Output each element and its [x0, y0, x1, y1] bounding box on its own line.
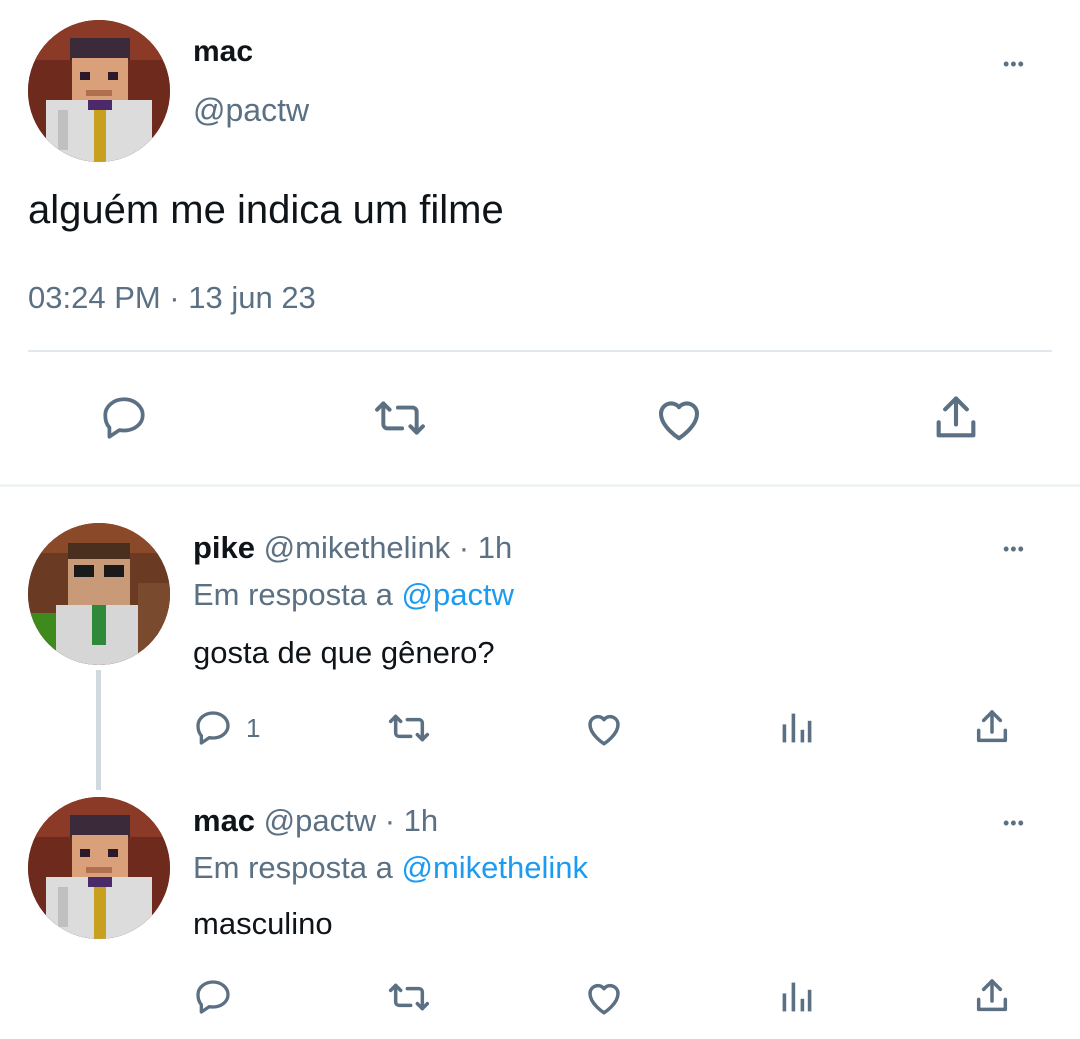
- more-options-button[interactable]: •••: [1003, 540, 1025, 558]
- reply-context: Em resposta a @pactw: [193, 577, 514, 613]
- author-name[interactable]: mac: [193, 803, 255, 838]
- avatar-image: [28, 20, 170, 162]
- share-icon[interactable]: [930, 392, 982, 444]
- like-icon[interactable]: [652, 393, 706, 443]
- author-name[interactable]: mac: [193, 35, 253, 69]
- share-icon[interactable]: [972, 707, 1012, 747]
- thread-connector-line: [96, 670, 101, 790]
- avatar[interactable]: [28, 797, 170, 939]
- retweet-icon[interactable]: [385, 708, 433, 748]
- share-icon[interactable]: [972, 976, 1012, 1016]
- section-divider: [0, 484, 1080, 487]
- more-options-button[interactable]: •••: [1003, 55, 1025, 73]
- reply-icon[interactable]: [193, 708, 233, 748]
- author-name[interactable]: pike: [193, 530, 255, 565]
- author-handle[interactable]: @pactw: [193, 92, 309, 129]
- reply-icon[interactable]: [193, 977, 233, 1017]
- tweet-text: masculino: [193, 906, 333, 941]
- author-meta[interactable]: @mikethelink · 1h: [264, 530, 513, 565]
- reply-prefix: Em resposta a: [193, 577, 393, 612]
- avatar[interactable]: [28, 523, 170, 665]
- reply-header: pike @mikethelink · 1h: [193, 530, 512, 566]
- reply-to-link[interactable]: @mikethelink: [402, 850, 589, 885]
- reply-icon[interactable]: [98, 393, 150, 443]
- retweet-icon[interactable]: [385, 977, 433, 1017]
- avatar-image: [28, 797, 170, 939]
- reply-to-link[interactable]: @pactw: [402, 577, 514, 612]
- reply-context: Em resposta a @mikethelink: [193, 850, 588, 886]
- analytics-icon[interactable]: [779, 710, 815, 746]
- retweet-icon[interactable]: [369, 393, 431, 443]
- divider: [28, 350, 1052, 352]
- tweet-text: alguém me indica um filme: [28, 188, 504, 232]
- analytics-icon[interactable]: [779, 979, 815, 1015]
- reply-prefix: Em resposta a: [193, 850, 393, 885]
- reply-header: mac @pactw · 1h: [193, 803, 438, 839]
- like-icon[interactable]: [583, 977, 625, 1017]
- more-options-button[interactable]: •••: [1003, 814, 1025, 832]
- author-meta[interactable]: @pactw · 1h: [264, 803, 438, 838]
- tweet-text: gosta de que gênero?: [193, 635, 495, 670]
- reply-count: 1: [246, 713, 261, 743]
- like-icon[interactable]: [583, 708, 625, 748]
- avatar[interactable]: [28, 20, 170, 162]
- tweet-timestamp[interactable]: 03:24 PM · 13 jun 23: [28, 280, 316, 316]
- avatar-image: [28, 523, 170, 665]
